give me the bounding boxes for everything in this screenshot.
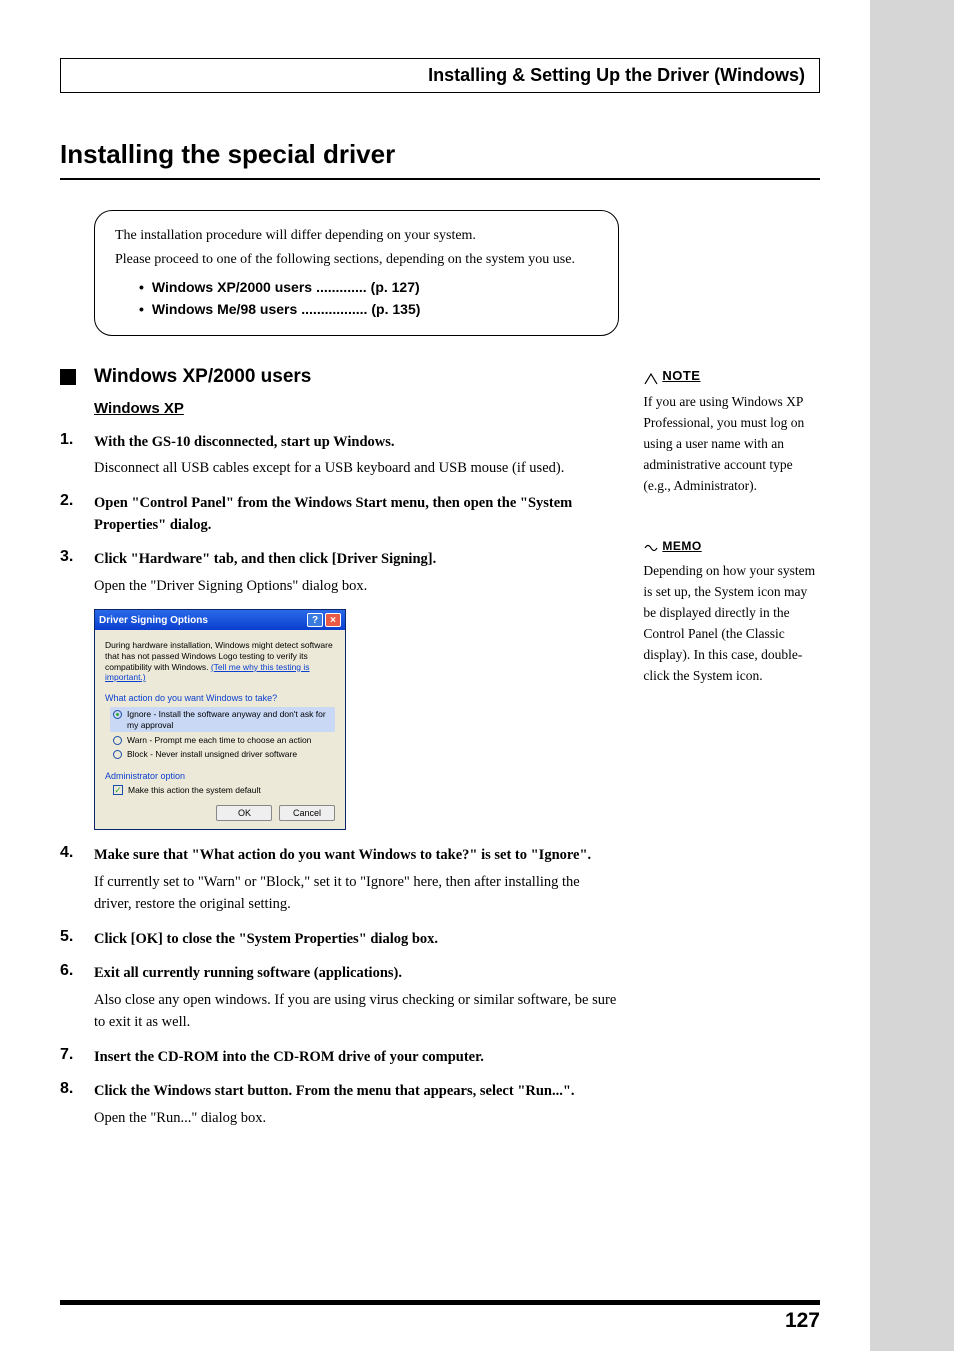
radio-ignore[interactable]: Ignore - Install the software anyway and… [110, 707, 335, 732]
main-title: Installing the special driver [60, 139, 820, 180]
step-bold: Make sure that "What action do you want … [94, 847, 591, 863]
callout-item-page: (p. 135) [371, 298, 420, 320]
callout-item-page: (p. 127) [371, 276, 420, 298]
pencil-icon [643, 372, 659, 386]
radio-icon [113, 750, 122, 759]
sidebar-column: NOTE If you are using Windows XP Profess… [643, 210, 820, 1141]
step-number: 2. [60, 492, 94, 537]
step-bold: Click [OK] to close the "System Properti… [94, 931, 438, 947]
step-6: 6. Exit all currently running software (… [60, 962, 619, 1033]
leader-dots: ................. [301, 298, 367, 320]
step-4: 4. Make sure that "What action do you wa… [60, 844, 619, 915]
section-header-text: Installing & Setting Up the Driver (Wind… [428, 65, 805, 85]
step-bold: Open "Control Panel" from the Windows St… [94, 495, 572, 533]
group-label-action: What action do you want Windows to take? [105, 693, 335, 703]
step-1: 1. With the GS-10 disconnected, start up… [60, 431, 619, 480]
step-number: 4. [60, 844, 94, 915]
step-number: 3. [60, 548, 94, 597]
dialog-body: During hardware installation, Windows mi… [95, 630, 345, 829]
intro-callout: The installation procedure will differ d… [94, 210, 619, 336]
memo-label: MEMO [643, 537, 820, 556]
note-label: NOTE [643, 366, 820, 386]
memo-label-text: MEMO [662, 537, 701, 556]
leader-dots: ............. [316, 276, 367, 298]
step-detail: If currently set to "Warn" or "Block," s… [94, 871, 619, 916]
group-label-admin: Administrator option [105, 771, 335, 781]
bullet-icon: • [139, 276, 144, 298]
checkbox-icon: ✓ [113, 785, 123, 795]
radio-icon [113, 710, 122, 719]
dialog-titlebar: Driver Signing Options ? × [95, 610, 345, 630]
checkbox-system-default[interactable]: ✓ Make this action the system default [113, 785, 335, 795]
bullet-icon: • [139, 298, 144, 320]
radio-label: Block - Never install unsigned driver so… [127, 749, 297, 760]
step-bold: With the GS-10 disconnected, start up Wi… [94, 434, 395, 450]
step-5: 5. Click [OK] to close the "System Prope… [60, 928, 619, 950]
callout-item-label: Windows XP/2000 users [152, 276, 312, 298]
radio-warn[interactable]: Warn - Prompt me each time to choose an … [113, 735, 335, 746]
step-2: 2. Open "Control Panel" from the Windows… [60, 492, 619, 537]
step-detail: Also close any open windows. If you are … [94, 989, 619, 1034]
steps-list-2: 4. Make sure that "What action do you wa… [60, 844, 619, 1129]
dialog-buttons: OK Cancel [105, 805, 335, 821]
radio-icon [113, 736, 122, 745]
step-number: 5. [60, 928, 94, 950]
step-detail: Open the "Driver Signing Options" dialog… [94, 575, 436, 597]
step-number: 7. [60, 1046, 94, 1068]
section-header: Installing & Setting Up the Driver (Wind… [60, 58, 820, 93]
step-bold: Insert the CD-ROM into the CD-ROM drive … [94, 1049, 484, 1065]
section-heading-text: Windows XP/2000 users [94, 366, 311, 388]
step-number: 6. [60, 962, 94, 1033]
help-button[interactable]: ? [307, 613, 323, 627]
step-number: 8. [60, 1080, 94, 1129]
dialog-description: During hardware installation, Windows mi… [105, 640, 335, 683]
memo-icon [643, 541, 659, 555]
step-3: 3. Click "Hardware" tab, and then click … [60, 548, 619, 597]
callout-line-1: The installation procedure will differ d… [115, 225, 598, 247]
memo-text: Depending on how your system is set up, … [643, 561, 820, 687]
cancel-button[interactable]: Cancel [279, 805, 335, 821]
radio-block[interactable]: Block - Never install unsigned driver so… [113, 749, 335, 760]
page: Installing & Setting Up the Driver (Wind… [0, 0, 870, 1351]
step-bold: Click the Windows start button. From the… [94, 1083, 575, 1099]
step-7: 7. Insert the CD-ROM into the CD-ROM dri… [60, 1046, 619, 1068]
step-bold: Exit all currently running software (app… [94, 965, 402, 981]
callout-item-xp2000: • Windows XP/2000 users ............. (p… [139, 276, 598, 298]
ok-button[interactable]: OK [216, 805, 272, 821]
callout-line-2: Please proceed to one of the following s… [115, 249, 598, 271]
driver-signing-dialog: Driver Signing Options ? × During hardwa… [94, 609, 346, 830]
step-number: 1. [60, 431, 94, 480]
close-button[interactable]: × [325, 613, 341, 627]
square-bullet-icon [60, 369, 76, 385]
step-bold: Click "Hardware" tab, and then click [Dr… [94, 551, 436, 567]
step-detail: Open the "Run..." dialog box. [94, 1107, 575, 1129]
step-8: 8. Click the Windows start button. From … [60, 1080, 619, 1129]
steps-list-1: 1. With the GS-10 disconnected, start up… [60, 431, 619, 598]
driver-signing-dialog-figure: Driver Signing Options ? × During hardwa… [94, 609, 619, 830]
radio-label: Warn - Prompt me each time to choose an … [127, 735, 311, 746]
page-number: 127 [785, 1309, 820, 1333]
footer-rule [60, 1300, 820, 1305]
note-label-text: NOTE [662, 366, 700, 386]
section-heading: Windows XP/2000 users [60, 366, 619, 388]
note-text: If you are using Windows XP Professional… [643, 392, 820, 497]
sub-heading: Windows XP [94, 400, 619, 417]
dialog-title-text: Driver Signing Options [99, 615, 305, 626]
callout-item-label: Windows Me/98 users [152, 298, 297, 320]
main-column: The installation procedure will differ d… [60, 210, 619, 1141]
content-columns: The installation procedure will differ d… [60, 210, 820, 1141]
step-detail: Disconnect all USB cables except for a U… [94, 457, 564, 479]
checkbox-label: Make this action the system default [128, 785, 261, 795]
radio-label: Ignore - Install the software anyway and… [127, 709, 332, 730]
callout-item-me98: • Windows Me/98 users ................. … [139, 298, 598, 320]
